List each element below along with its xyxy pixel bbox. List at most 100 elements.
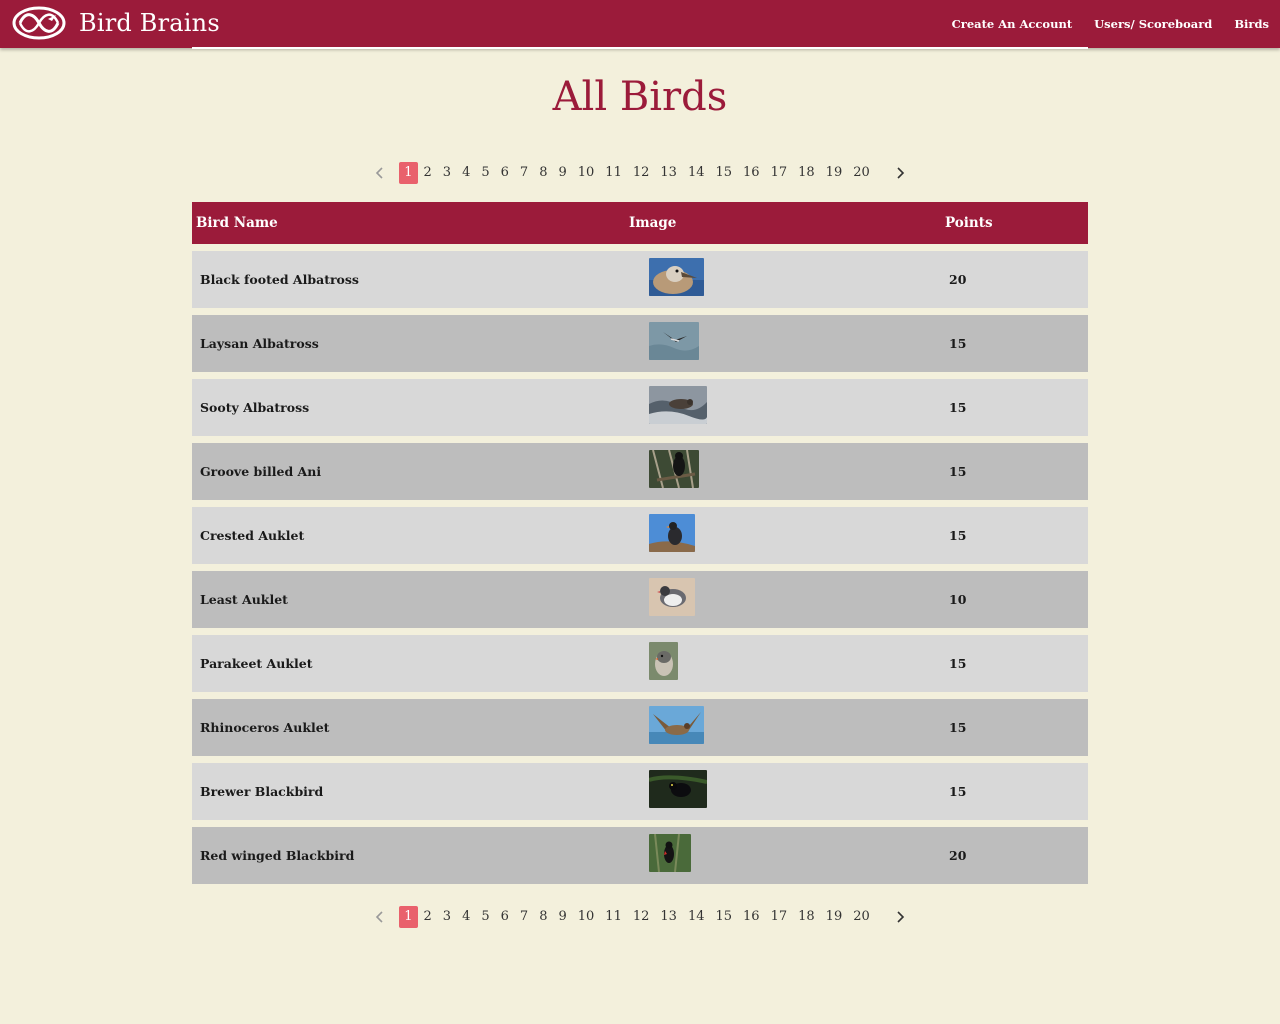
bird-thumbnail[interactable] [649,258,704,296]
page-link-13[interactable]: 13 [655,906,682,928]
page-link-9[interactable]: 9 [553,906,571,928]
page-link-10[interactable]: 10 [573,162,600,184]
page-link-8[interactable]: 8 [534,906,552,928]
page-link-6[interactable]: 6 [496,162,514,184]
bird-points-cell: 15 [949,336,967,351]
bird-thumbnail[interactable] [649,834,691,872]
bird-name-cell: Sooty Albatross [200,400,310,415]
nav-create-account[interactable]: Create An Account [941,0,1084,48]
page-link-19[interactable]: 19 [821,162,848,184]
table-row[interactable]: Parakeet Auklet 15 [192,635,1088,692]
bird-points-cell: 15 [949,528,967,543]
page-link-2[interactable]: 2 [419,906,437,928]
table-row[interactable]: Laysan Albatross 15 [192,315,1088,372]
page-link-10[interactable]: 10 [573,906,600,928]
page-link-20[interactable]: 20 [848,906,875,928]
bird-thumbnail[interactable] [649,322,699,360]
page-link-16[interactable]: 16 [738,162,765,184]
bird-name-cell: Brewer Blackbird [200,784,324,799]
table-row[interactable]: Red winged Blackbird 20 [192,827,1088,884]
page-link-7[interactable]: 7 [515,162,533,184]
bird-points-cell: 15 [949,784,967,799]
page-link-20[interactable]: 20 [848,162,875,184]
page-link-12[interactable]: 12 [628,162,655,184]
nav-birds[interactable]: Birds [1223,0,1280,48]
page-link-19[interactable]: 19 [821,906,848,928]
bird-thumbnail[interactable] [649,770,707,808]
table-row[interactable]: Black footed Albatross 20 [192,251,1088,308]
pagination-next[interactable] [889,906,911,928]
bird-thumbnail[interactable] [649,514,695,552]
page-link-6[interactable]: 6 [496,906,514,928]
page-link-17[interactable]: 17 [766,906,793,928]
brand-name[interactable]: Bird Brains [79,8,220,38]
bird-logo-icon[interactable] [12,6,66,40]
page-link-16[interactable]: 16 [738,906,765,928]
bird-name-cell: Laysan Albatross [200,336,319,351]
table-row[interactable]: Groove billed Ani 15 [192,443,1088,500]
chevron-left-icon [375,167,383,179]
header-image: Image [629,215,677,231]
table-row[interactable]: Crested Auklet 15 [192,507,1088,564]
birds-table: Bird Name Image Points Black footed Alba… [192,202,1088,891]
bird-thumbnail[interactable] [649,706,704,744]
page-link-1[interactable]: 1 [399,162,418,184]
page-link-15[interactable]: 15 [710,162,737,184]
page-link-11[interactable]: 11 [600,906,627,928]
bird-points-cell: 20 [949,848,967,863]
page-link-8[interactable]: 8 [534,162,552,184]
header-points: Points [945,215,993,231]
page-link-1[interactable]: 1 [399,906,418,928]
bird-thumbnail[interactable] [649,450,699,488]
page-link-2[interactable]: 2 [419,162,437,184]
pagination-next[interactable] [889,162,911,184]
table-row[interactable]: Rhinoceros Auklet 15 [192,699,1088,756]
pagination-prev[interactable] [369,906,391,928]
pagination-top: 1 2 3 4 5 6 7 8 9 10 11 12 13 14 15 16 17 18 19 20 [0,162,1280,184]
bird-thumbnail[interactable] [649,578,695,616]
page-link-18[interactable]: 18 [793,906,820,928]
bird-name-cell: Rhinoceros Auklet [200,720,330,735]
page-link-17[interactable]: 17 [766,162,793,184]
page-link-4[interactable]: 4 [457,906,475,928]
page-link-4[interactable]: 4 [457,162,475,184]
bird-points-cell: 15 [949,720,967,735]
page-link-11[interactable]: 11 [600,162,627,184]
bird-points-cell: 15 [949,656,967,671]
page-link-7[interactable]: 7 [515,906,533,928]
bird-points-cell: 20 [949,272,967,287]
chevron-right-icon [897,167,905,179]
page-link-9[interactable]: 9 [553,162,571,184]
header-bird-name: Bird Name [196,215,278,231]
page-link-14[interactable]: 14 [683,906,710,928]
page-link-5[interactable]: 5 [476,162,494,184]
page-link-15[interactable]: 15 [710,906,737,928]
bird-name-cell: Least Auklet [200,592,288,607]
page-link-3[interactable]: 3 [438,906,456,928]
bird-thumbnail[interactable] [649,642,678,680]
table-row[interactable]: Sooty Albatross 15 [192,379,1088,436]
page-link-3[interactable]: 3 [438,162,456,184]
nav-links: Create An Account Users/ Scoreboard Bird… [941,0,1280,48]
pagination-pages: 1 2 3 4 5 6 7 8 9 10 11 12 13 14 15 16 17 18 19 20 [399,162,876,184]
chevron-right-icon [897,911,905,923]
page-link-14[interactable]: 14 [683,162,710,184]
navbar: Bird Brains Create An Account Users/ Sco… [0,0,1280,48]
page-link-18[interactable]: 18 [793,162,820,184]
page-link-13[interactable]: 13 [655,162,682,184]
page-link-5[interactable]: 5 [476,906,494,928]
bird-points-cell: 15 [949,400,967,415]
table-body: Black footed Albatross 20 Laysan Albatross… [192,251,1088,884]
table-row[interactable]: Least Auklet 10 [192,571,1088,628]
bird-points-cell: 10 [949,592,967,607]
bird-thumbnail[interactable] [649,386,707,424]
bird-name-cell: Crested Auklet [200,528,305,543]
nav-underline [192,47,1088,49]
table-header: Bird Name Image Points [192,202,1088,244]
table-row[interactable]: Brewer Blackbird 15 [192,763,1088,820]
chevron-left-icon [375,911,383,923]
page-link-12[interactable]: 12 [628,906,655,928]
nav-users-scoreboard[interactable]: Users/ Scoreboard [1083,0,1223,48]
pagination-prev[interactable] [369,162,391,184]
bird-name-cell: Black footed Albatross [200,272,359,287]
